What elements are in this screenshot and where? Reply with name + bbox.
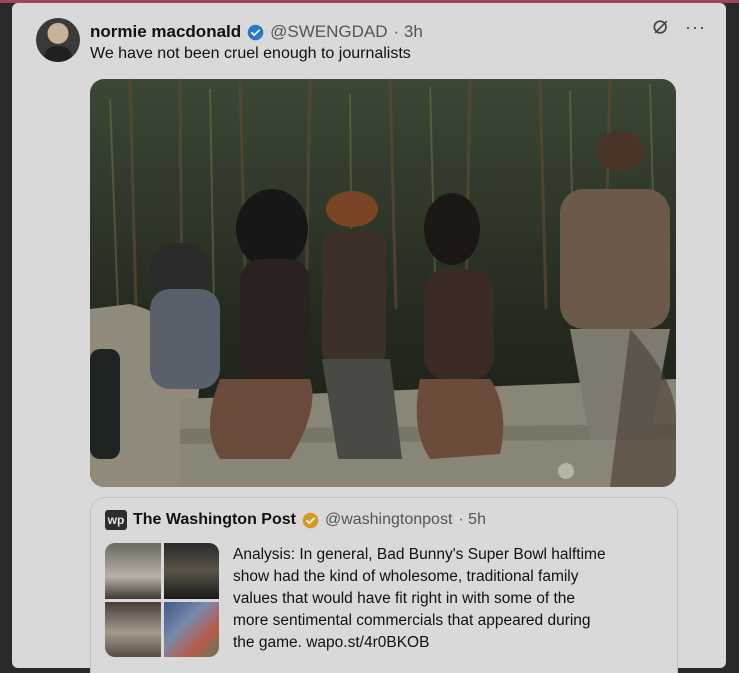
grok-icon[interactable] [651, 17, 671, 37]
post-actions: ··· [651, 17, 706, 37]
thumbnail-tile [163, 543, 219, 599]
verified-badge-icon [247, 24, 264, 40]
washington-post-logo[interactable]: wp [105, 510, 127, 530]
thumbnail-tile [105, 543, 161, 599]
display-name[interactable]: normie macdonald [90, 22, 241, 42]
post-text: We have not been cruel enough to journal… [90, 45, 411, 62]
handle[interactable]: @SWENGDAD [270, 22, 387, 42]
thumbnail-tile [163, 601, 219, 657]
quoted-post[interactable]: wp The Washington Post @washingtonpost ·… [90, 497, 678, 673]
quoted-header: wp The Washington Post @washingtonpost ·… [105, 510, 486, 530]
post-header: normie macdonald @SWENGDAD · 3h [90, 21, 423, 43]
post-time[interactable]: · 3h [394, 22, 423, 42]
post-card[interactable]: normie macdonald @SWENGDAD · 3h We have … [12, 3, 726, 673]
quoted-display-name[interactable]: The Washington Post [133, 511, 296, 529]
thumbnail-tile [105, 601, 161, 657]
verified-gold-badge-icon [302, 512, 319, 528]
post-media-image[interactable] [90, 79, 676, 487]
avatar[interactable] [36, 18, 80, 62]
more-icon[interactable]: ··· [685, 17, 706, 37]
quoted-handle[interactable]: @washingtonpost [325, 511, 452, 529]
quoted-thumbnail[interactable] [105, 543, 219, 657]
quoted-time[interactable]: · 5h [458, 511, 486, 529]
quoted-text: Analysis: In general, Bad Bunny's Super … [233, 546, 606, 651]
